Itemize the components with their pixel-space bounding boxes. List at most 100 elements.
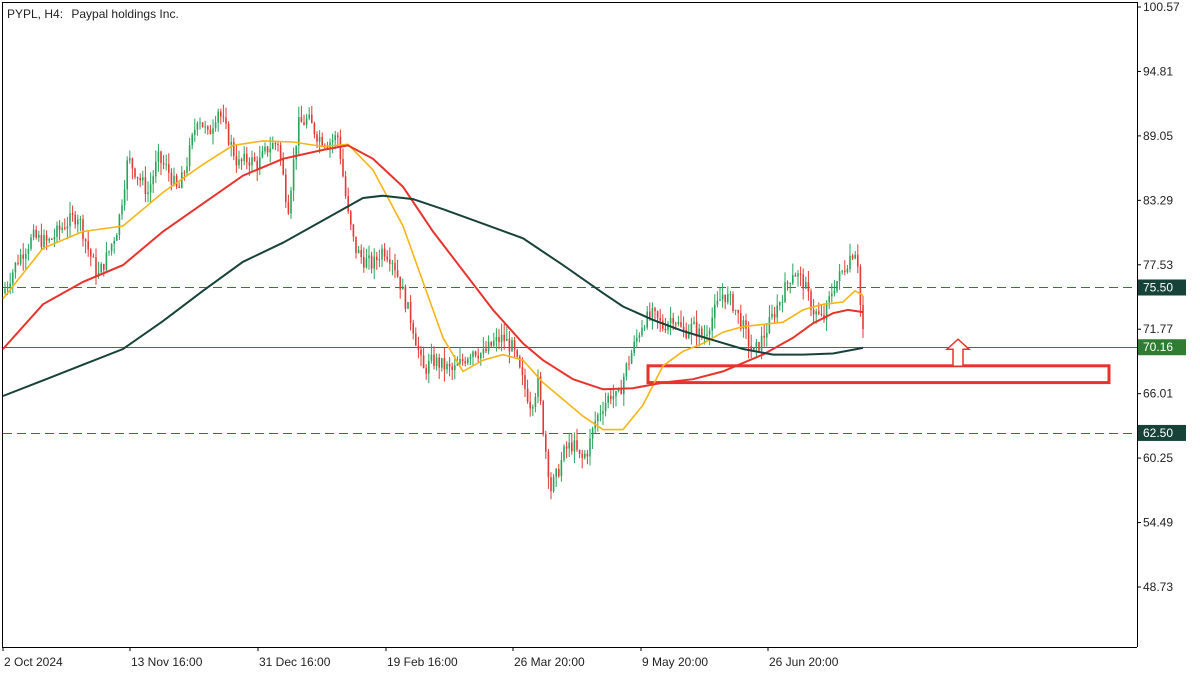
candle-body	[287, 202, 290, 214]
y-tick-label: 54.49	[1143, 516, 1173, 530]
candle-body	[261, 151, 264, 158]
candle-body	[303, 122, 305, 125]
candle-body	[108, 251, 110, 253]
candle-body	[669, 317, 672, 324]
chart-area[interactable]: 100.57 94.81 89.05 83.29 77.53 71.77 66.01 60.2…	[0, 0, 1200, 675]
candle-body	[105, 252, 108, 270]
candle-body	[482, 348, 485, 354]
candle-body	[337, 135, 339, 138]
candle-body	[844, 270, 846, 272]
candle-body	[48, 239, 50, 241]
candle-body	[794, 275, 797, 277]
candle-body	[802, 274, 804, 289]
candle-body	[781, 302, 784, 304]
candle-body	[422, 355, 425, 369]
candle-body	[519, 356, 521, 368]
candle-body	[558, 469, 560, 477]
candle-body	[854, 254, 856, 259]
candle-body	[706, 334, 708, 336]
price-badges: 75.50 70.16 62.50	[1138, 279, 1186, 441]
candle-body	[636, 337, 638, 342]
candle-body	[415, 333, 417, 346]
candle-body	[43, 235, 45, 247]
candle-body	[253, 157, 256, 161]
candle-body	[799, 273, 802, 275]
y-tick-label: 60.25	[1143, 451, 1173, 465]
candle-body	[464, 361, 466, 364]
candle-body	[755, 342, 758, 348]
candle-body	[58, 225, 61, 230]
candle-body	[786, 282, 789, 284]
price-chart[interactable]: 100.57 94.81 89.05 83.29 77.53 71.77 66.01 60.2…	[0, 0, 1200, 675]
candle-body	[607, 395, 609, 403]
candle-body	[552, 476, 555, 492]
candle-body	[428, 360, 430, 374]
candle-body	[576, 440, 578, 450]
candle-body	[409, 302, 412, 323]
candle-body	[602, 411, 604, 414]
candle-body	[191, 134, 193, 146]
candle-body	[591, 428, 594, 439]
y-tick-label: 48.73	[1143, 580, 1173, 594]
candle-body	[615, 391, 617, 397]
candle-body	[537, 376, 539, 397]
candle-body	[331, 140, 334, 143]
support-zone-box	[646, 364, 1111, 385]
candle-body	[248, 162, 251, 166]
candle-body	[399, 276, 401, 290]
candle-body	[716, 300, 719, 305]
candle-body	[719, 299, 721, 301]
candle-body	[157, 151, 160, 162]
candle-body	[389, 259, 391, 264]
candle-body	[612, 396, 615, 400]
candle-body	[64, 227, 66, 229]
candle-body	[651, 308, 654, 318]
x-tick-label: 26 Jun 20:00	[769, 655, 839, 669]
candle-body	[508, 338, 511, 352]
x-tick-label: 26 Mar 20:00	[514, 655, 585, 669]
candle-body	[495, 337, 498, 341]
candle-body	[776, 305, 778, 318]
candle-body	[581, 453, 583, 458]
candle-body	[734, 309, 737, 311]
candle-body	[204, 126, 206, 128]
candle-body	[311, 114, 313, 124]
y-tick-label: 94.81	[1143, 64, 1173, 78]
candle-body	[789, 283, 791, 285]
candle-body	[12, 272, 14, 284]
candle-body	[386, 256, 388, 260]
candle-body	[586, 453, 589, 457]
candle-body	[25, 253, 27, 259]
candle-body	[851, 255, 854, 259]
candle-body	[142, 177, 144, 181]
chart-symbol: PYPL, H4:	[7, 7, 63, 21]
candle-body	[14, 262, 17, 273]
y-tick-label: 89.05	[1143, 129, 1173, 143]
candle-body	[100, 263, 102, 273]
candle-body	[446, 363, 448, 370]
candle-body	[175, 175, 178, 187]
candle-body	[376, 256, 378, 261]
candle-body	[282, 158, 284, 175]
candle-body	[17, 262, 19, 264]
candle-body	[451, 366, 453, 370]
candle-body	[38, 235, 40, 238]
candle-body	[472, 351, 474, 358]
candle-body	[682, 326, 685, 330]
candle-body	[807, 282, 810, 292]
candle-body	[357, 249, 360, 254]
moving-average-yellow	[2, 140, 864, 431]
candle-body	[524, 375, 526, 389]
candle-body	[290, 190, 292, 214]
candle-body	[420, 349, 422, 356]
candle-body	[51, 239, 53, 241]
candle-body	[737, 309, 739, 313]
candle-body	[815, 311, 817, 315]
horizontal-levels	[3, 287, 1137, 434]
candle-body	[160, 151, 162, 164]
candle-body	[217, 111, 219, 123]
candle-body	[183, 172, 186, 174]
candle-body	[71, 213, 74, 215]
candle-body	[438, 357, 440, 368]
candle-body	[724, 294, 726, 303]
